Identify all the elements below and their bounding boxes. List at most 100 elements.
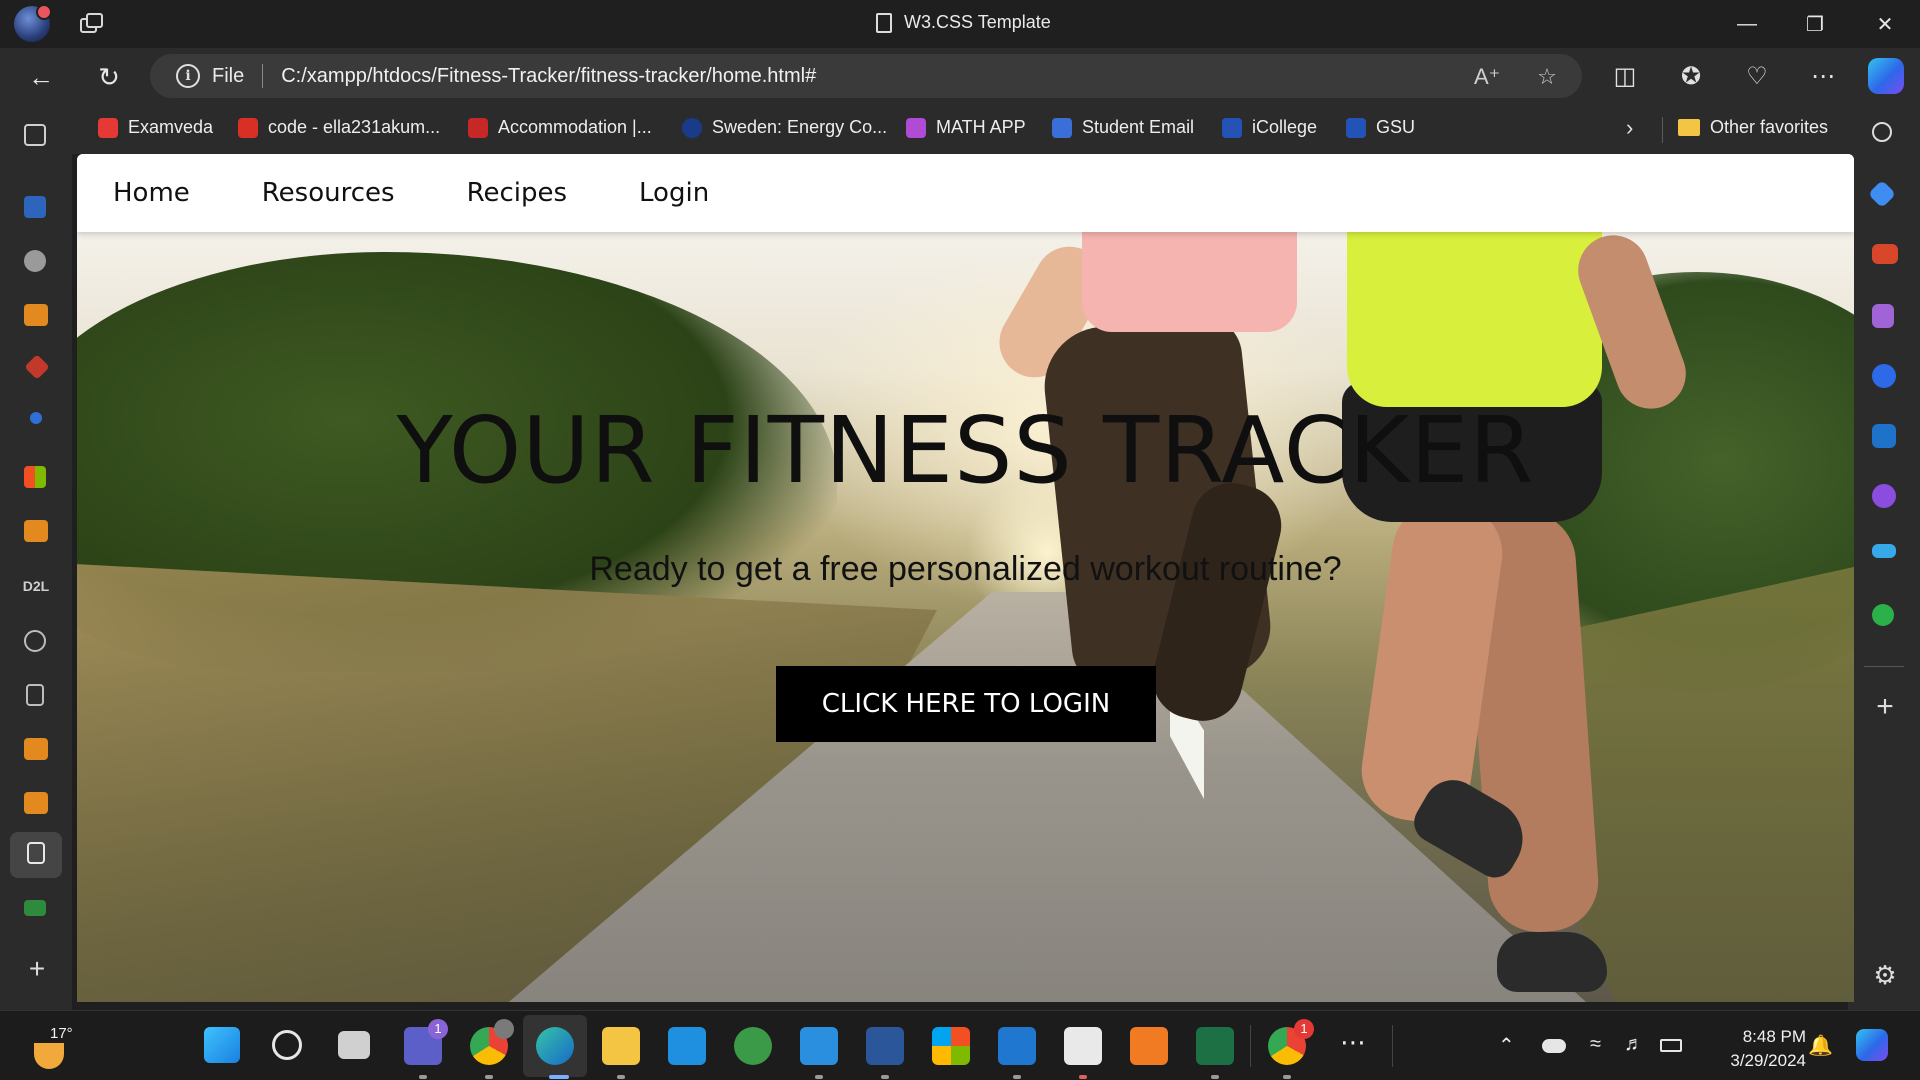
app-tab-icon[interactable] bbox=[24, 304, 48, 326]
copilot-taskbar-icon[interactable] bbox=[1856, 1029, 1888, 1061]
minimize-button[interactable]: — bbox=[1732, 10, 1762, 38]
task-view-icon[interactable] bbox=[338, 1031, 370, 1059]
favorite-student-email[interactable]: Student Email bbox=[1052, 117, 1194, 138]
favorites-icon[interactable]: ✪ bbox=[1676, 62, 1706, 92]
back-button[interactable]: ← bbox=[24, 60, 58, 94]
d2l-tab-icon[interactable]: D2L bbox=[18, 578, 54, 594]
more-menu-icon[interactable]: ⋯ bbox=[1808, 62, 1838, 92]
xampp-icon[interactable] bbox=[1130, 1027, 1168, 1065]
toolbox-icon[interactable] bbox=[1872, 244, 1898, 264]
favorite-label: MATH APP bbox=[936, 117, 1026, 137]
copilot-icon[interactable] bbox=[1868, 58, 1904, 94]
notifications-icon[interactable]: 🔔 bbox=[1808, 1033, 1833, 1058]
address-bar[interactable]: i File C:/xampp/htdocs/Fitness-Tracker/f… bbox=[150, 54, 1582, 98]
linkedin-icon[interactable] bbox=[24, 196, 46, 218]
search-icon[interactable] bbox=[1872, 122, 1892, 142]
chevron-right-icon[interactable]: › bbox=[1626, 115, 1633, 141]
tag-icon[interactable] bbox=[1867, 179, 1897, 209]
search-icon[interactable] bbox=[272, 1030, 302, 1060]
edge-icon[interactable] bbox=[536, 1027, 574, 1065]
favorites-bar: Examveda code - ella231akum... Accommoda… bbox=[0, 104, 1920, 154]
mail-icon[interactable] bbox=[668, 1027, 706, 1065]
favorite-code[interactable]: code - ella231akum... bbox=[238, 117, 440, 138]
weather-widget[interactable]: 17° bbox=[34, 1025, 84, 1069]
add-sidebar-plus-icon[interactable]: + bbox=[1872, 692, 1898, 722]
outlook-icon[interactable] bbox=[1872, 424, 1896, 448]
close-button[interactable]: ✕ bbox=[1870, 10, 1900, 38]
login-cta-button[interactable]: CLICK HERE TO LOGIN bbox=[776, 666, 1156, 742]
restore-button[interactable]: ❐ bbox=[1800, 10, 1830, 38]
start-button[interactable] bbox=[204, 1027, 240, 1063]
nav-home-link[interactable]: Home bbox=[113, 178, 190, 208]
wifi-icon[interactable]: ≈ bbox=[1590, 1033, 1601, 1056]
taskbar-running-dot bbox=[485, 1075, 493, 1079]
tree-icon[interactable] bbox=[1872, 604, 1894, 626]
taskbar-active-dot bbox=[549, 1075, 569, 1079]
refresh-button[interactable]: ↻ bbox=[92, 60, 126, 94]
favorite-label: Accommodation |... bbox=[498, 117, 652, 137]
scheme-label: File bbox=[212, 64, 245, 87]
favorite-star-icon[interactable]: ☆ bbox=[1534, 64, 1560, 90]
window-title: W3.CSS Template bbox=[876, 12, 1051, 33]
windows-taskbar: 17° 1 1 ⋯ ⌃ ≈ ♬ 8:48 PM 3/29/2024 🔔 bbox=[0, 1010, 1920, 1080]
taskbar-separator bbox=[1392, 1025, 1393, 1067]
send-icon[interactable] bbox=[1872, 544, 1896, 558]
snipping-tool-icon[interactable] bbox=[1064, 1027, 1102, 1065]
split-screen-icon[interactable]: ◫ bbox=[1610, 62, 1640, 92]
document-tab-icon[interactable] bbox=[27, 842, 45, 864]
favorite-other-favorites[interactable]: Other favorites bbox=[1678, 117, 1828, 138]
tab-panel-icon[interactable] bbox=[24, 124, 46, 146]
nav-resources-link[interactable]: Resources bbox=[262, 178, 395, 208]
designer-icon[interactable] bbox=[1872, 484, 1896, 508]
git-tab-icon[interactable] bbox=[24, 354, 50, 380]
favorite-label: Other favorites bbox=[1710, 117, 1829, 137]
onedrive-icon[interactable] bbox=[1542, 1039, 1566, 1053]
address-separator bbox=[262, 64, 264, 88]
profile-avatar[interactable] bbox=[14, 4, 52, 42]
excel-icon[interactable] bbox=[1196, 1027, 1234, 1065]
games-icon[interactable] bbox=[1872, 304, 1894, 328]
word-icon[interactable] bbox=[866, 1027, 904, 1065]
outlook-icon[interactable] bbox=[998, 1027, 1036, 1065]
chevron-up-icon[interactable]: ⌃ bbox=[1498, 1033, 1515, 1058]
microsoft-tab-icon[interactable] bbox=[24, 466, 46, 488]
url-text[interactable]: C:/xampp/htdocs/Fitness-Tracker/fitness-… bbox=[281, 65, 816, 88]
info-tab-icon[interactable] bbox=[24, 250, 46, 272]
page-viewport: Home Resources Recipes Login YOUR FITNES… bbox=[77, 154, 1854, 1002]
gmail-icon bbox=[238, 117, 258, 138]
document-tab-icon[interactable] bbox=[26, 684, 44, 706]
more-apps-icon[interactable]: ⋯ bbox=[1340, 1027, 1366, 1058]
volume-icon[interactable]: ♬ bbox=[1624, 1033, 1644, 1056]
read-aloud-icon[interactable]: A⁺ bbox=[1474, 64, 1500, 90]
new-tab-plus-icon[interactable]: + bbox=[24, 955, 50, 983]
tab-actions-icon[interactable] bbox=[80, 12, 106, 36]
favorite-math-app[interactable]: MATH APP bbox=[906, 117, 1026, 138]
w-tab-icon[interactable] bbox=[24, 900, 46, 916]
settings-gear-icon[interactable]: ⚙ bbox=[1872, 962, 1898, 988]
app-tab-icon[interactable] bbox=[24, 520, 48, 542]
favorite-icollege[interactable]: iCollege bbox=[1222, 117, 1317, 138]
nav-login-link[interactable]: Login bbox=[639, 178, 709, 208]
search-tab-icon[interactable] bbox=[30, 412, 42, 424]
copilot-sidebar-icon[interactable] bbox=[1872, 364, 1896, 388]
extension-tab-icon[interactable] bbox=[24, 630, 46, 652]
info-icon[interactable]: i bbox=[176, 64, 200, 88]
favorite-label: code - ella231akum... bbox=[268, 117, 441, 137]
battery-icon[interactable] bbox=[1660, 1039, 1682, 1052]
browser-essentials-icon[interactable]: ♡ bbox=[1742, 62, 1772, 92]
document-icon bbox=[876, 12, 892, 33]
examveda-icon bbox=[98, 117, 118, 138]
edge-sidebar: + ⚙ bbox=[1848, 104, 1920, 1010]
system-clock[interactable]: 8:48 PM 3/29/2024 bbox=[1706, 1025, 1806, 1073]
favorite-accommodation[interactable]: Accommodation |... bbox=[468, 117, 652, 138]
store-icon[interactable] bbox=[932, 1027, 970, 1065]
favorite-gsu[interactable]: GSU bbox=[1346, 117, 1415, 138]
app-leaf-icon[interactable] bbox=[734, 1027, 772, 1065]
favorite-sweden-energy[interactable]: Sweden: Energy Co... bbox=[682, 117, 887, 138]
file-explorer-icon[interactable] bbox=[602, 1027, 640, 1065]
vscode-icon[interactable] bbox=[800, 1027, 838, 1065]
app-tab-icon[interactable] bbox=[24, 792, 48, 814]
nav-recipes-link[interactable]: Recipes bbox=[467, 178, 567, 208]
favorite-examveda[interactable]: Examveda bbox=[98, 117, 213, 138]
app-tab-icon[interactable] bbox=[24, 738, 48, 760]
